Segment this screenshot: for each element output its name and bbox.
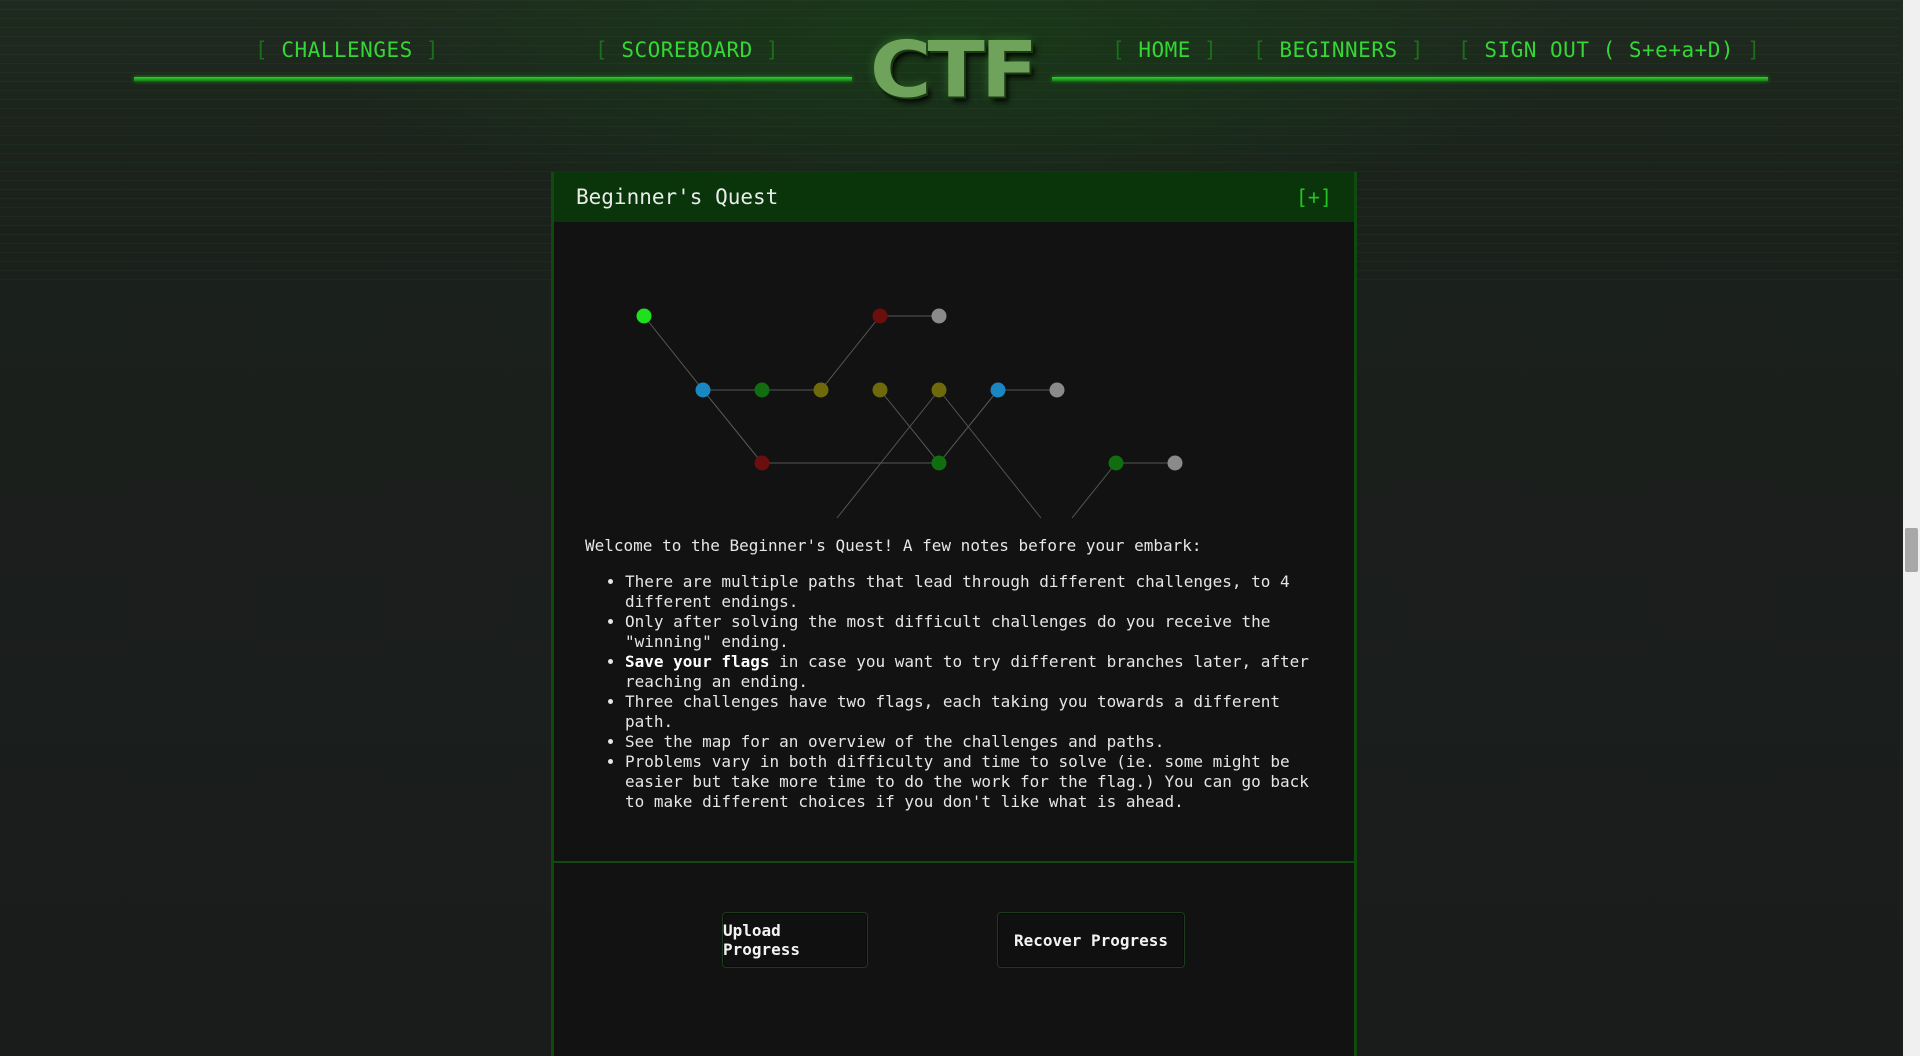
quest-panel: Beginner's Quest [+] Welcome to the Begi… bbox=[551, 172, 1357, 1056]
map-node[interactable] bbox=[990, 382, 1006, 398]
expand-toggle-button[interactable]: [+] bbox=[1296, 185, 1332, 209]
note-text: There are multiple paths that lead throu… bbox=[625, 572, 1290, 611]
map-edges bbox=[643, 315, 1175, 519]
nav-link-label: HOME bbox=[1138, 38, 1191, 62]
list-item: See the map for an overview of the chall… bbox=[625, 732, 1325, 752]
note-text: Problems vary in both difficulty and tim… bbox=[625, 752, 1309, 811]
map-edge bbox=[702, 389, 763, 464]
bracket-close: ] bbox=[1410, 38, 1424, 62]
bracket-close: ] bbox=[765, 38, 780, 62]
nav-link-home[interactable]: [ HOME ] bbox=[1112, 38, 1217, 62]
nav-link-label: BEGINNERS bbox=[1279, 38, 1398, 62]
nav-link-scoreboard[interactable]: [ SCOREBOARD ] bbox=[595, 38, 779, 62]
nav-line-right bbox=[1052, 77, 1768, 81]
note-text: Three challenges have two flags, each ta… bbox=[625, 692, 1281, 731]
bracket-open: [ bbox=[1112, 38, 1126, 62]
bracket-open: [ bbox=[1253, 38, 1267, 62]
map-node[interactable] bbox=[872, 382, 888, 398]
bracket-open: [ bbox=[595, 38, 609, 62]
quest-map bbox=[636, 308, 1183, 519]
note-bold: Save your flags bbox=[625, 652, 770, 671]
bracket-close: ] bbox=[425, 38, 440, 62]
map-node[interactable] bbox=[695, 382, 711, 398]
bracket-open: [ bbox=[1458, 38, 1472, 62]
intro-text: Welcome to the Beginner's Quest! A few n… bbox=[585, 536, 1325, 812]
map-node[interactable] bbox=[813, 382, 829, 398]
scrollbar[interactable] bbox=[1903, 0, 1920, 1056]
divider bbox=[554, 861, 1354, 863]
bracket-open: [ bbox=[255, 38, 269, 62]
map-node[interactable] bbox=[754, 382, 770, 398]
note-text: Only after solving the most difficult ch… bbox=[625, 612, 1271, 651]
ctf-logo[interactable]: CTF bbox=[852, 30, 1052, 110]
map-edge bbox=[820, 315, 881, 391]
map-node[interactable] bbox=[754, 455, 770, 471]
nav-link-label: SIGN OUT ( S+e+a+D) bbox=[1484, 38, 1735, 62]
bracket-close: ] bbox=[1204, 38, 1218, 62]
panel-header: Beginner's Quest [+] bbox=[554, 172, 1354, 222]
bracket-close: ] bbox=[1747, 38, 1761, 62]
nav-link-sign-out[interactable]: [ SIGN OUT ( S+e+a+D) ] bbox=[1458, 38, 1760, 62]
map-node[interactable] bbox=[872, 308, 888, 324]
note-text: See the map for an overview of the chall… bbox=[625, 732, 1165, 751]
panel-title: Beginner's Quest bbox=[576, 185, 779, 209]
list-item: Only after solving the most difficult ch… bbox=[625, 612, 1325, 652]
notes-list: There are multiple paths that lead throu… bbox=[585, 572, 1325, 812]
map-node[interactable] bbox=[931, 382, 947, 398]
nav-link-label: CHALLENGES bbox=[281, 38, 413, 62]
map-node-ending[interactable] bbox=[931, 308, 947, 324]
recover-progress-button[interactable]: Recover Progress bbox=[997, 912, 1185, 968]
map-node-ending[interactable] bbox=[1167, 455, 1183, 471]
intro-lead: Welcome to the Beginner's Quest! A few n… bbox=[585, 536, 1202, 555]
list-item: Three challenges have two flags, each ta… bbox=[625, 692, 1325, 732]
map-edge bbox=[938, 389, 1042, 519]
map-edge bbox=[836, 389, 940, 519]
upload-progress-button[interactable]: Upload Progress bbox=[722, 912, 868, 968]
map-edge bbox=[643, 315, 704, 391]
map-node-start[interactable] bbox=[636, 308, 652, 324]
nav-link-challenges[interactable]: [ CHALLENGES ] bbox=[255, 38, 439, 62]
nav-link-label: SCOREBOARD bbox=[621, 38, 753, 62]
scrollbar-thumb[interactable] bbox=[1905, 528, 1918, 572]
map-edge bbox=[1071, 462, 1117, 519]
list-item: Problems vary in both difficulty and tim… bbox=[625, 752, 1325, 812]
logo-text: CTF bbox=[869, 24, 1038, 116]
nav-link-beginners[interactable]: [ BEGINNERS ] bbox=[1253, 38, 1424, 62]
map-node[interactable] bbox=[1108, 455, 1124, 471]
nav-line-left bbox=[134, 77, 852, 81]
list-item: Save your flags in case you want to try … bbox=[625, 652, 1325, 692]
list-item: There are multiple paths that lead throu… bbox=[625, 572, 1325, 612]
map-node-ending[interactable] bbox=[1049, 382, 1065, 398]
page: [ CHALLENGES ] [ SCOREBOARD ] [ HOME ] [… bbox=[0, 0, 1920, 1056]
map-node[interactable] bbox=[931, 455, 947, 471]
